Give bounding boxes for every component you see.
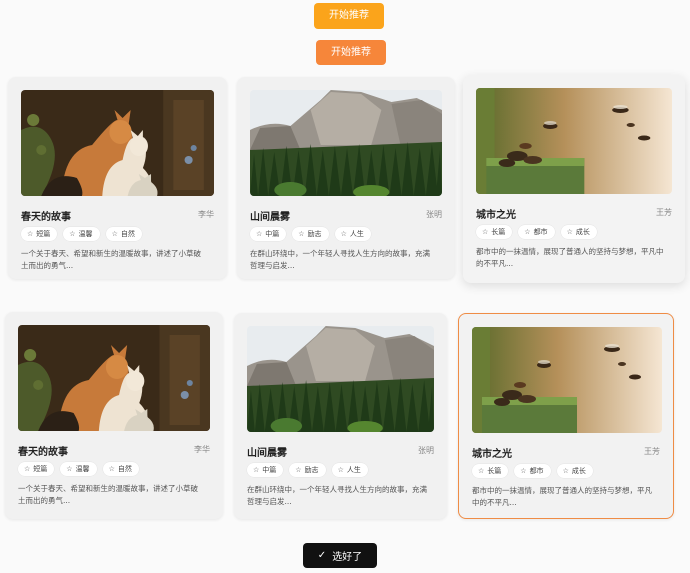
story-description: 都市中的一抹温情，展现了普通人的坚持与梦想，平凡中的不平凡... bbox=[472, 486, 652, 507]
story-tags: ☆ 长篇 ☆ 都市 ☆ 成长 bbox=[472, 464, 593, 478]
story-tag[interactable]: ☆ 成长 bbox=[560, 225, 597, 239]
story-title: 山间晨雾 bbox=[250, 212, 290, 223]
story-tag-label: 中篇 bbox=[262, 466, 277, 474]
story-tag[interactable]: ☆ 温馨 bbox=[63, 227, 100, 241]
story-tag[interactable]: ☆ 短篇 bbox=[18, 462, 55, 476]
story-title: 城市之光 bbox=[472, 449, 512, 460]
star-icon: ☆ bbox=[108, 464, 115, 473]
story-tag-label: 长篇 bbox=[487, 467, 502, 475]
story-tag-label: 短篇 bbox=[33, 465, 48, 473]
story-cover-image bbox=[472, 327, 662, 433]
story-description: 一个关于春天、希望和新生的温暖故事，讲述了小草破土而出的勇气... bbox=[21, 249, 201, 270]
done-button-label: 选好了 bbox=[332, 552, 363, 563]
story-tags: ☆ 中篇 ☆ 励志 ☆ 人生 bbox=[247, 463, 368, 477]
story-tag[interactable]: ☆ 励志 bbox=[292, 227, 329, 241]
story-card[interactable]: 山间晨雾 张明 ☆ 中篇 ☆ 励志 ☆ 人生 在群山环绕中，一个年轻人寻找人生方向的故事，充满哲… bbox=[234, 313, 447, 519]
star-icon: ☆ bbox=[295, 465, 302, 474]
story-tag-label: 温馨 bbox=[75, 465, 90, 473]
star-icon: ☆ bbox=[253, 465, 260, 474]
story-tag[interactable]: ☆ 长篇 bbox=[472, 464, 509, 478]
start-recommend-button[interactable]: 开始推荐 bbox=[314, 3, 384, 29]
story-title: 春天的故事 bbox=[18, 447, 68, 458]
star-icon: ☆ bbox=[298, 229, 305, 238]
star-icon: ☆ bbox=[478, 466, 485, 475]
story-author: 王芳 bbox=[656, 208, 672, 217]
star-icon: ☆ bbox=[337, 465, 344, 474]
start-recommend-button-secondary[interactable]: 开始推荐 bbox=[316, 40, 386, 65]
star-icon: ☆ bbox=[66, 464, 73, 473]
star-icon: ☆ bbox=[24, 464, 31, 473]
story-tag-label: 励志 bbox=[304, 466, 319, 474]
story-tag-label: 励志 bbox=[307, 230, 322, 238]
story-title: 城市之光 bbox=[476, 210, 516, 221]
star-icon: ☆ bbox=[340, 229, 347, 238]
star-icon: ☆ bbox=[27, 229, 34, 238]
checkmark-icon: ✓ bbox=[317, 550, 327, 561]
story-tag[interactable]: ☆ 都市 bbox=[518, 225, 555, 239]
story-tag-label: 中篇 bbox=[265, 230, 280, 238]
story-card[interactable]: 城市之光 王芳 ☆ 长篇 ☆ 都市 ☆ 成长 都市中的一抹温情，展现了普通人的坚持与梦想，平凡中… bbox=[458, 313, 674, 519]
story-tag-label: 都市 bbox=[529, 467, 544, 475]
story-tag-label: 短篇 bbox=[36, 230, 51, 238]
story-tags: ☆ 中篇 ☆ 励志 ☆ 人生 bbox=[250, 227, 371, 241]
story-cover-image bbox=[247, 326, 434, 432]
story-tag-label: 成长 bbox=[571, 467, 586, 475]
story-description: 一个关于春天、希望和新生的温暖故事，讲述了小草破土而出的勇气... bbox=[18, 484, 198, 505]
story-tag-label: 自然 bbox=[117, 465, 132, 473]
star-icon: ☆ bbox=[256, 229, 263, 238]
story-tag[interactable]: ☆ 人生 bbox=[331, 463, 368, 477]
story-author: 王芳 bbox=[644, 447, 660, 456]
story-tags: ☆ 长篇 ☆ 都市 ☆ 成长 bbox=[476, 225, 597, 239]
story-tag-label: 温馨 bbox=[78, 230, 93, 238]
story-description: 在群山环绕中，一个年轻人寻找人生方向的故事，充满哲理与启发... bbox=[250, 249, 430, 270]
story-author: 李华 bbox=[194, 445, 210, 454]
story-tag[interactable]: ☆ 励志 bbox=[289, 463, 326, 477]
star-icon: ☆ bbox=[524, 227, 531, 236]
story-tag[interactable]: ☆ 温馨 bbox=[60, 462, 97, 476]
story-card[interactable]: 城市之光 王芳 ☆ 长篇 ☆ 都市 ☆ 成长 都市中的一抹温情，展现了普通人的坚持与梦想，平凡中… bbox=[463, 75, 685, 283]
star-icon: ☆ bbox=[69, 229, 76, 238]
story-tags: ☆ 短篇 ☆ 温馨 ☆ 自然 bbox=[18, 462, 139, 476]
done-button[interactable]: ✓ 选好了 bbox=[303, 543, 377, 568]
story-tag-label: 都市 bbox=[533, 228, 548, 236]
story-tag[interactable]: ☆ 人生 bbox=[334, 227, 371, 241]
star-icon: ☆ bbox=[520, 466, 527, 475]
story-tag-label: 自然 bbox=[120, 230, 135, 238]
story-cover-image bbox=[476, 88, 672, 194]
story-tag[interactable]: ☆ 自然 bbox=[102, 462, 139, 476]
story-tag-label: 长篇 bbox=[491, 228, 506, 236]
story-tag-label: 成长 bbox=[575, 228, 590, 236]
story-tag-label: 人生 bbox=[346, 466, 361, 474]
story-title: 山间晨雾 bbox=[247, 448, 287, 459]
story-card[interactable]: 春天的故事 李华 ☆ 短篇 ☆ 温馨 ☆ 自然 一个关于春天、希望和新生的温暖故事，讲述了小草破… bbox=[8, 77, 227, 279]
star-icon: ☆ bbox=[482, 227, 489, 236]
story-tag[interactable]: ☆ 短篇 bbox=[21, 227, 58, 241]
story-card[interactable]: 春天的故事 李华 ☆ 短篇 ☆ 温馨 ☆ 自然 一个关于春天、希望和新生的温暖故事，讲述了小草破… bbox=[5, 312, 223, 519]
story-author: 张明 bbox=[418, 446, 434, 455]
story-tags: ☆ 短篇 ☆ 温馨 ☆ 自然 bbox=[21, 227, 142, 241]
story-author: 张明 bbox=[426, 210, 442, 219]
story-tag[interactable]: ☆ 都市 bbox=[514, 464, 551, 478]
story-description: 在群山环绕中，一个年轻人寻找人生方向的故事，充满哲理与启发... bbox=[247, 485, 427, 506]
story-description: 都市中的一抹温情，展现了普通人的坚持与梦想，平凡中的不平凡... bbox=[476, 247, 664, 268]
story-cover-image bbox=[250, 90, 442, 196]
story-tag[interactable]: ☆ 长篇 bbox=[476, 225, 513, 239]
story-tag[interactable]: ☆ 中篇 bbox=[250, 227, 287, 241]
story-tag[interactable]: ☆ 中篇 bbox=[247, 463, 284, 477]
story-tag-label: 人生 bbox=[349, 230, 364, 238]
star-icon: ☆ bbox=[562, 466, 569, 475]
story-cover-image bbox=[18, 325, 210, 431]
story-author: 李华 bbox=[198, 210, 214, 219]
story-card[interactable]: 山间晨雾 张明 ☆ 中篇 ☆ 励志 ☆ 人生 在群山环绕中，一个年轻人寻找人生方向的故事，充满哲… bbox=[237, 77, 455, 279]
story-tag[interactable]: ☆ 成长 bbox=[556, 464, 593, 478]
story-title: 春天的故事 bbox=[21, 212, 71, 223]
star-icon: ☆ bbox=[566, 227, 573, 236]
story-tag[interactable]: ☆ 自然 bbox=[105, 227, 142, 241]
star-icon: ☆ bbox=[111, 229, 118, 238]
story-cover-image bbox=[21, 90, 214, 196]
